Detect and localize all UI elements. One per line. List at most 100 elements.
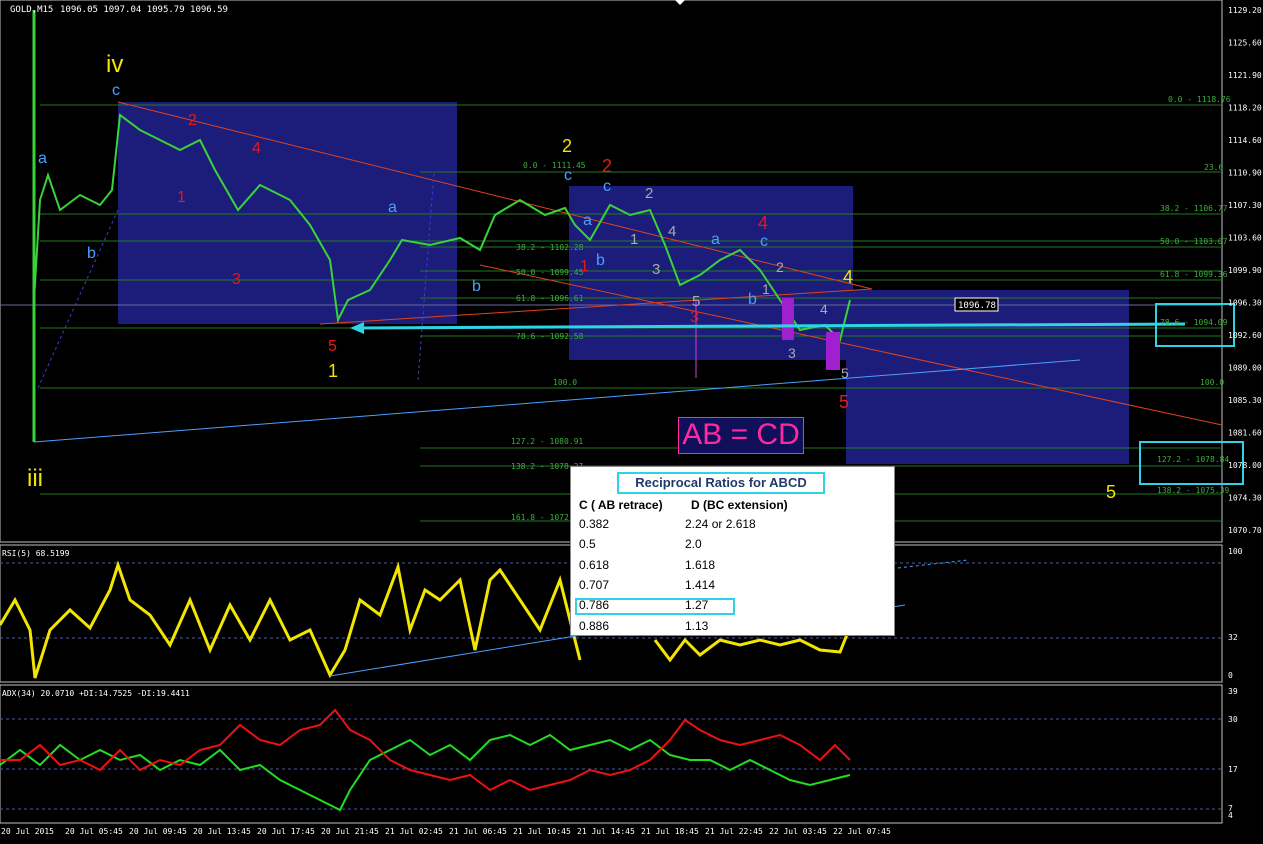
price-tick-label: 1129.20 xyxy=(1228,6,1262,15)
ratio-cell-d: 1.414 xyxy=(685,577,716,592)
wave-label-4-grey: 4 xyxy=(668,223,676,240)
wave-label-3-grey: 3 xyxy=(652,261,660,278)
wave-label-1-grey: 1 xyxy=(630,231,638,248)
wave-label-3-grey-b: 3 xyxy=(788,345,796,361)
wave-label-5-grey-b: 5 xyxy=(841,365,849,381)
candle-highlight-2 xyxy=(826,332,840,370)
wave-label-3-red-a: 3 xyxy=(232,271,241,288)
wave-label-1-grey-b: 1 xyxy=(762,281,770,297)
price-tick-label: 1078.00 xyxy=(1228,461,1262,470)
wave-label-4-red-b: 4 xyxy=(758,213,768,233)
wave-label-5-red-c: 5 xyxy=(839,392,849,412)
time-tick-label: 21 Jul 22:45 xyxy=(705,827,763,836)
price-tick-label: 1085.30 xyxy=(1228,396,1262,405)
wave-label-a-right: a xyxy=(711,231,720,248)
wave-label-c-right2: c xyxy=(760,233,768,250)
fib-level-label: 50.0 - 1099.45 xyxy=(516,268,584,277)
wave-label-4-yellow: 4 xyxy=(843,267,853,287)
wave-label-2-yellow: 2 xyxy=(562,136,572,156)
wave-box-3 xyxy=(846,290,1129,464)
fib-level-label: 0.0 - 1111.45 xyxy=(523,161,586,170)
time-tick-label: 20 Jul 09:45 xyxy=(129,827,187,836)
current-price-label: 1096.78 xyxy=(958,301,996,311)
ratio-table-title: Reciprocal Ratios for ABCD xyxy=(617,472,825,494)
rsi-line-right xyxy=(653,631,850,663)
price-tick-label: 1089.00 xyxy=(1228,364,1262,373)
time-tick-label: 21 Jul 02:45 xyxy=(385,827,443,836)
fib-level-label: 0.0 - 1118.76 xyxy=(1168,95,1231,104)
price-tick-label: 1074.30 xyxy=(1228,494,1262,503)
adx-levels xyxy=(0,718,1222,810)
fib-level-label: 38.2 - 1102.28 xyxy=(516,243,584,252)
gold-m15-chart: GOLD,M15 1096.05 1097.04 1095.79 1096.59… xyxy=(0,0,1262,836)
price-tick-label: 1110.90 xyxy=(1228,169,1262,178)
time-tick-label: 22 Jul 07:45 xyxy=(833,827,891,836)
ratio-cell-d: 2.0 xyxy=(685,537,702,552)
fib-level-label: 50.0 - 1103.07 xyxy=(1160,237,1228,246)
wave-label-2-red-b: 2 xyxy=(602,156,612,176)
time-tick-label: 21 Jul 06:45 xyxy=(449,827,507,836)
wave-label-b-right: b xyxy=(748,291,757,308)
wave-label-c-top: c xyxy=(112,82,120,99)
fib-level-label: 100.0 xyxy=(1200,378,1224,387)
ratio-cell-c: 0.382 xyxy=(579,517,610,531)
wave-label-2-grey-b: 2 xyxy=(776,259,784,275)
adx-minus-di-line xyxy=(0,708,851,792)
wave-label-2-red-a: 2 xyxy=(188,112,197,129)
wave-label-1-red-a: 1 xyxy=(177,189,186,206)
fib-level-label: 127.2 - 1080.91 xyxy=(511,437,583,446)
time-tick-label: 20 Jul 21:45 xyxy=(321,827,379,836)
fib-level-label: 78.6 - 1092.58 xyxy=(516,332,584,341)
symbol-label: GOLD,M15 xyxy=(10,5,53,15)
fib-level-label: 61.8 - 1099.36 xyxy=(1160,270,1228,279)
fib-level-label: 23.6 xyxy=(1204,163,1223,172)
wave-label-c-mid: c xyxy=(564,167,572,184)
adx-axis: 39301774 xyxy=(1228,687,1238,820)
price-tick-label: 1121.90 xyxy=(1228,71,1262,80)
price-axis: 1129.20 1125.60 1121.90 1118.20 1114.60 1110.… xyxy=(1228,6,1262,535)
adx-tick-label: 30 xyxy=(1228,715,1238,724)
price-tick-label: 1125.60 xyxy=(1228,39,1262,48)
price-tick-label: 1096.30 xyxy=(1228,299,1262,308)
adx-panel-frame xyxy=(0,684,1223,824)
ratio-row-highlight xyxy=(575,598,735,615)
price-tick-label: 1070.70 xyxy=(1228,526,1262,535)
wave-label-4-red-a: 4 xyxy=(252,140,261,157)
rsi-tick-label: 32 xyxy=(1228,633,1238,642)
wave-label-b-mid: b xyxy=(472,278,481,295)
fib-level-label: 100.0 xyxy=(553,378,577,387)
wave-label-c-right: c xyxy=(603,178,611,195)
rsi-line xyxy=(0,560,582,679)
price-tick-label: 1099.90 xyxy=(1228,266,1262,275)
price-tick-label: 1092.60 xyxy=(1228,331,1262,340)
wave-label-a-left: a xyxy=(38,150,47,167)
ohlc-values: 1096.05 1097.04 1095.79 1096.59 xyxy=(60,5,228,15)
ratio-cell-c: 0.5 xyxy=(579,537,596,552)
wave-box-2 xyxy=(569,186,853,360)
time-tick-label: 21 Jul 10:45 xyxy=(513,827,571,836)
wave-box-1 xyxy=(118,102,457,324)
fib-level-label: 61.8 - 1096.61 xyxy=(516,294,584,303)
time-tick-label: 20 Jul 13:45 xyxy=(193,827,251,836)
ab-cd-pattern-label: AB = CD xyxy=(678,417,804,454)
ratio-cell-d: 2.24 or 2.618 xyxy=(685,517,756,531)
price-tick-label: 1103.60 xyxy=(1228,234,1262,243)
fib-level-label: 127.2 - 1078.84 xyxy=(1157,455,1229,464)
price-tick-label: 1081.60 xyxy=(1228,429,1262,438)
wave-label-b-left: b xyxy=(87,245,96,262)
fib-level-label: 38.2 - 1106.77 xyxy=(1160,204,1228,213)
wave-label-5-grey: 5 xyxy=(692,293,700,310)
time-tick-label: 21 Jul 14:45 xyxy=(577,827,635,836)
ratio-cell-d: 1.618 xyxy=(685,557,716,572)
ratio-col1-header: C ( AB retrace) xyxy=(579,498,663,512)
wave-label-4-grey-b: 4 xyxy=(820,301,828,317)
wave-label-a-mid: a xyxy=(388,199,397,216)
time-axis: 20 Jul 2015 20 Jul 05:45 20 Jul 09:45 20 Ju… xyxy=(1,827,891,836)
time-tick-label: 20 Jul 2015 xyxy=(1,827,54,836)
wave-label-3-red-b: 3 xyxy=(690,309,699,326)
time-tick-label: 20 Jul 05:45 xyxy=(65,827,123,836)
wave-label-1-red-b: 1 xyxy=(580,258,589,275)
adx-tick-label: 4 xyxy=(1228,811,1233,820)
ratio-cell-c: 0.707 xyxy=(579,577,610,592)
rsi-trendline-1 xyxy=(329,631,601,677)
